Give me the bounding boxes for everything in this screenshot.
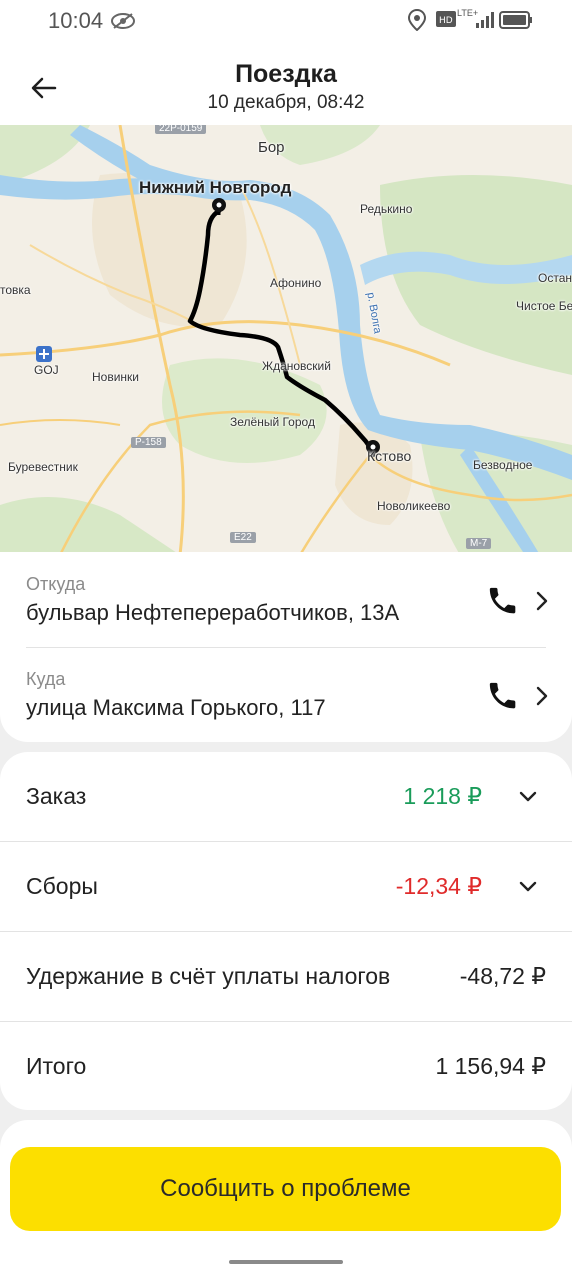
map-label-zhdanovsky: Ждановский [262, 359, 331, 373]
location-icon [408, 9, 426, 31]
map-label-nizhny-novgorod: Нижний Новгород [139, 178, 292, 197]
map-label-goj: GOJ [34, 363, 59, 377]
map-label-novolikeevo: Новоликеево [377, 499, 451, 513]
map-label-chistoe: Чистое Бе [516, 299, 572, 313]
map-label-kstovo: Кстово [367, 448, 412, 464]
map-label-road: 22Р-0159 [155, 125, 207, 134]
total-amount: 1 156,94 ₽ [435, 1053, 546, 1079]
tax-row: Удержание в счёт уплаты налогов -48,72 ₽ [0, 932, 572, 1022]
finance-card: Заказ 1 218 ₽ Сборы -12,34 ₽ Удержание в… [0, 752, 572, 1110]
address-to-value: улица Максима Горького, 117 [26, 695, 326, 720]
chevron-down-icon[interactable] [518, 880, 538, 894]
network-type: LTE+ [457, 8, 479, 18]
tax-amount: -48,72 ₽ [459, 963, 546, 989]
svg-text:HD: HD [439, 16, 453, 26]
addresses-card: Откуда бульвар Нефтепереработчиков, 13А … [0, 552, 572, 742]
chevron-down-icon[interactable] [518, 790, 538, 804]
map-label-ostan: Остан [538, 271, 572, 285]
map-label-burevestnik: Буревестник [8, 460, 78, 474]
status-time: 10:04 [48, 8, 104, 33]
address-to-row[interactable]: Куда улица Максима Горького, 117 [26, 647, 572, 741]
battery-icon [499, 11, 532, 29]
report-problem-button[interactable]: Сообщить о проблеме [10, 1147, 561, 1231]
address-from-value: бульвар Нефтепереработчиков, 13А [26, 600, 400, 625]
map-label-afonino: Афонино [270, 276, 322, 290]
header: Поездка 10 декабря, 08:42 [0, 42, 572, 125]
fees-amount: -12,34 ₽ [395, 873, 482, 899]
map-label-tovka: товка [0, 283, 31, 297]
page-title: Поездка [235, 60, 337, 88]
address-from-label: Откуда [26, 574, 86, 594]
map-label-road: E22 [230, 532, 256, 543]
hd-icon: HD [436, 11, 456, 27]
chevron-right-icon [536, 686, 548, 706]
map-label-bezvodnoe: Безводное [473, 458, 533, 472]
map-label-redkino: Редькино [360, 202, 413, 216]
order-label: Заказ [26, 783, 87, 809]
tax-label: Удержание в счёт уплаты налогов [26, 963, 391, 989]
map-label-road: M-7 [466, 538, 492, 549]
home-indicator[interactable] [229, 1260, 343, 1264]
notification-icon [111, 13, 135, 29]
fees-label: Сборы [26, 873, 98, 899]
chevron-right-icon [536, 591, 548, 611]
phone-icon[interactable] [486, 584, 520, 618]
map-label-bor: Бор [258, 139, 285, 156]
fees-row[interactable]: Сборы -12,34 ₽ [0, 842, 572, 932]
trip-date: 10 декабря, 08:42 [207, 92, 365, 113]
order-amount: 1 218 ₽ [403, 783, 482, 809]
map-label-novinki: Новинки [92, 370, 139, 384]
signal-icon [476, 12, 494, 28]
address-from-row[interactable]: Откуда бульвар Нефтепереработчиков, 13А [26, 552, 572, 646]
map-label-zeleny-gorod: Зелёный Город [230, 415, 315, 429]
phone-icon[interactable] [486, 679, 520, 713]
status-bar: 10:04 HD LTE+ [0, 0, 572, 42]
map-label-road: Р-158 [131, 437, 166, 448]
total-row: Итого 1 156,94 ₽ [0, 1022, 572, 1112]
total-label: Итого [26, 1053, 87, 1079]
route-map[interactable]: 22Р-0159 Бор Нижний Новгород Редькино Ос… [0, 125, 572, 555]
order-row[interactable]: Заказ 1 218 ₽ [0, 752, 572, 842]
address-to-label: Куда [26, 669, 66, 689]
